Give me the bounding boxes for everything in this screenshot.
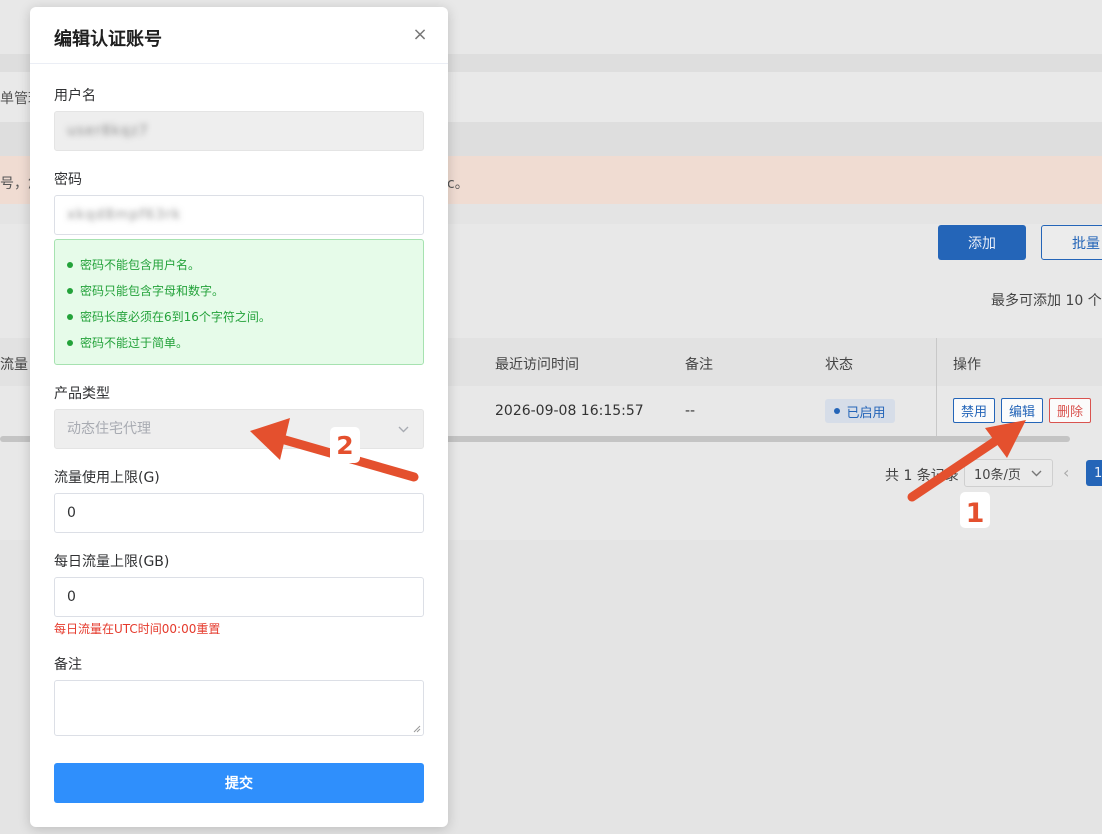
dialog-header: 编辑认证账号 × xyxy=(30,7,448,64)
password-rules-box: 密码不能包含用户名。 密码只能包含字母和数字。 密码长度必须在6到16个字符之间… xyxy=(54,239,424,365)
resize-handle-icon[interactable] xyxy=(413,725,421,733)
th-traffic: 流量 xyxy=(0,357,28,373)
submit-button[interactable]: 提交 xyxy=(54,763,424,803)
edit-button[interactable]: 编辑 xyxy=(1001,398,1043,423)
add-button[interactable]: 添加 xyxy=(938,225,1026,260)
th-last-visit: 最近访问时间 xyxy=(495,357,579,373)
row-remark: -- xyxy=(685,403,696,419)
product-type-label: 产品类型 xyxy=(54,386,110,402)
page-size-select[interactable]: 10条/页 xyxy=(964,459,1053,487)
status-badge: 已启用 xyxy=(825,399,895,423)
remark-textarea[interactable] xyxy=(54,680,424,736)
password-rule: 密码不能过于简单。 xyxy=(67,334,188,351)
page-size-value: 10条/页 xyxy=(974,467,1021,483)
edit-account-dialog: 编辑认证账号 × 用户名 user8kqz7 密码 xkqd8mpf63rk 密… xyxy=(30,7,448,827)
password-rule: 密码只能包含字母和数字。 xyxy=(67,282,224,299)
product-type-value: 动态住宅代理 xyxy=(67,421,151,437)
password-rule: 密码不能包含用户名。 xyxy=(67,256,200,273)
current-page-button[interactable]: 1 xyxy=(1086,460,1102,486)
username-value: user8kqz7 xyxy=(67,123,149,139)
password-label: 密码 xyxy=(54,172,82,188)
th-remark: 备注 xyxy=(685,357,713,373)
remark-label: 备注 xyxy=(54,657,82,673)
close-icon[interactable]: × xyxy=(411,26,429,44)
pagination-total: 共 1 条记录 xyxy=(885,468,959,484)
th-actions: 操作 xyxy=(953,357,981,373)
password-input[interactable]: xkqd8mpf63rk xyxy=(54,195,424,235)
status-dot-icon xyxy=(834,408,841,414)
th-status: 状态 xyxy=(825,357,853,373)
bullet-icon xyxy=(67,313,73,320)
limit-note: 最多可添加 10 个子 xyxy=(991,293,1102,309)
username-label: 用户名 xyxy=(54,88,96,104)
prev-page-icon[interactable]: ‹ xyxy=(1063,463,1069,482)
notice-text-right: c。 xyxy=(447,176,469,192)
daily-limit-note: 每日流量在UTC时间00:00重置 xyxy=(54,622,221,636)
status-badge-label: 已启用 xyxy=(846,405,886,421)
row-last-visit: 2026-09-08 16:15:57 xyxy=(495,403,644,419)
chevron-down-icon xyxy=(398,426,409,433)
username-input[interactable]: user8kqz7 xyxy=(54,111,424,151)
column-divider xyxy=(936,338,937,438)
dialog-title: 编辑认证账号 xyxy=(54,29,162,50)
chevron-down-icon xyxy=(1031,470,1042,477)
daily-limit-input[interactable]: 0 xyxy=(54,577,424,617)
batch-button[interactable]: 批量 xyxy=(1041,225,1102,260)
bullet-icon xyxy=(67,287,73,294)
delete-button[interactable]: 删除 xyxy=(1049,398,1091,423)
product-type-select[interactable]: 动态住宅代理 xyxy=(54,409,424,449)
traffic-limit-label: 流量使用上限(G) xyxy=(54,470,160,486)
daily-limit-label: 每日流量上限(GB) xyxy=(54,554,170,570)
traffic-limit-input[interactable]: 0 xyxy=(54,493,424,533)
password-value: xkqd8mpf63rk xyxy=(67,207,182,223)
password-rule: 密码长度必须在6到16个字符之间。 xyxy=(67,308,271,325)
disable-button[interactable]: 禁用 xyxy=(953,398,995,423)
bullet-icon xyxy=(67,339,73,346)
bullet-icon xyxy=(67,261,73,268)
